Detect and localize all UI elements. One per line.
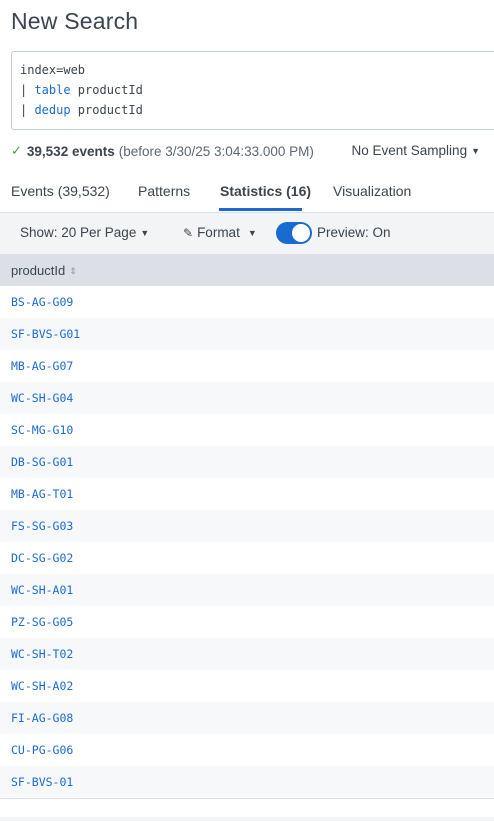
format-label: Format: [197, 225, 240, 240]
results-toolbar: Show: 20 Per Page ▼ ✎ Format ▼ Preview: On: [0, 213, 494, 254]
table-cell-productid[interactable]: WC-SH-A02: [11, 679, 73, 693]
column-header-label: productId: [11, 263, 66, 278]
caret-down-icon: ▼: [471, 146, 480, 156]
table-cell-productid[interactable]: FI-AG-G08: [11, 711, 73, 725]
column-header-productid[interactable]: productId ⇕: [11, 263, 77, 278]
table-row: SF-BVS-G01: [0, 318, 494, 350]
sort-icon[interactable]: ⇕: [69, 266, 77, 276]
table-cell-productid[interactable]: DB-SG-G01: [11, 455, 73, 469]
query-pipe: |: [20, 103, 35, 117]
per-page-label: Show: 20 Per Page: [20, 225, 137, 240]
query-pipe: |: [20, 83, 35, 97]
results-tabs: Events (39,532) Patterns Statistics (16)…: [0, 170, 494, 213]
table-cell-productid[interactable]: WC-SH-T02: [11, 647, 73, 661]
table-cell-productid[interactable]: DC-SG-G02: [11, 551, 73, 565]
table-cell-productid[interactable]: CU-PG-G06: [11, 743, 73, 757]
table-row: WC-SH-A01: [0, 574, 494, 606]
pencil-icon: ✎: [183, 226, 194, 240]
table-cell-productid[interactable]: WC-SH-A01: [11, 583, 73, 597]
query-line-1: index=web: [20, 63, 85, 77]
preview-label: Preview: On: [317, 225, 391, 240]
table-row: DB-SG-G01: [0, 446, 494, 478]
footer-strip: [0, 817, 494, 821]
table-row: SF-BVS-01: [0, 766, 494, 798]
table-cell-productid[interactable]: MB-AG-G07: [11, 359, 73, 373]
table-row: MB-AG-T01: [0, 478, 494, 510]
query-line-3: | dedup productId: [20, 103, 143, 117]
preview-toggle[interactable]: [276, 222, 312, 244]
table-cell-productid[interactable]: WC-SH-G04: [11, 391, 73, 405]
table-row: WC-SH-G04: [0, 382, 494, 414]
search-time-range: (before 3/30/25 3:04:33.000 PM): [118, 143, 314, 159]
tab-visualization[interactable]: Visualization: [333, 183, 411, 199]
caret-down-icon: ▼: [140, 228, 150, 238]
table-row: MB-AG-G07: [0, 350, 494, 382]
table-row: PZ-SG-G05: [0, 606, 494, 638]
table-cell-productid[interactable]: MB-AG-T01: [11, 487, 73, 501]
toggle-knob: [292, 224, 310, 242]
caret-down-icon: ▼: [247, 228, 257, 238]
event-sampling-dropdown[interactable]: No Event Sampling ▼: [352, 143, 480, 158]
active-tab-indicator: [219, 208, 302, 211]
table-header: productId ⇕: [0, 254, 494, 286]
page-title: New Search: [11, 8, 139, 34]
check-icon: ✓: [11, 143, 22, 158]
query-line-2: | table productId: [20, 83, 143, 97]
table-cell-productid[interactable]: SF-BVS-01: [11, 775, 73, 789]
query-argument: productId: [70, 103, 143, 117]
event-sampling-label: No Event Sampling: [351, 143, 468, 158]
search-query-input[interactable]: index=web | table productId | dedup prod…: [11, 51, 494, 130]
table-row: CU-PG-G06: [0, 734, 494, 766]
results-table: BS-AG-G09 SF-BVS-G01 MB-AG-G07 WC-SH-G04 SC-…: [0, 286, 494, 798]
tab-patterns[interactable]: Patterns: [138, 183, 190, 199]
query-argument: productId: [70, 83, 143, 97]
query-line-1-text: index=web: [20, 63, 86, 77]
table-cell-productid[interactable]: SF-BVS-G01: [11, 327, 80, 341]
table-row: SC-MG-G10: [0, 414, 494, 446]
per-page-dropdown[interactable]: Show: 20 Per Page ▼: [20, 225, 149, 240]
table-row: FS-SG-G03: [0, 510, 494, 542]
table-cell-productid[interactable]: PZ-SG-G05: [11, 615, 73, 629]
events-count: 39,532 events: [26, 143, 115, 159]
table-row: WC-SH-A02: [0, 670, 494, 702]
table-cell-productid[interactable]: SC-MG-G10: [11, 423, 73, 437]
search-status: ✓ 39,532 events (before 3/30/25 3:04:33.…: [11, 143, 314, 159]
table-row: FI-AG-G08: [0, 702, 494, 734]
tab-statistics[interactable]: Statistics (16): [220, 183, 311, 199]
query-command-dedup: dedup: [34, 103, 71, 117]
table-cell-productid[interactable]: FS-SG-G03: [11, 519, 73, 533]
table-bottom-border: [0, 798, 494, 799]
table-row: BS-AG-G09: [0, 286, 494, 318]
tab-events[interactable]: Events (39,532): [11, 183, 110, 199]
table-row: DC-SG-G02: [0, 542, 494, 574]
format-dropdown[interactable]: ✎ Format ▼: [183, 225, 257, 240]
table-row: WC-SH-T02: [0, 638, 494, 670]
table-cell-productid[interactable]: BS-AG-G09: [11, 295, 73, 309]
query-command-table: table: [34, 83, 71, 97]
